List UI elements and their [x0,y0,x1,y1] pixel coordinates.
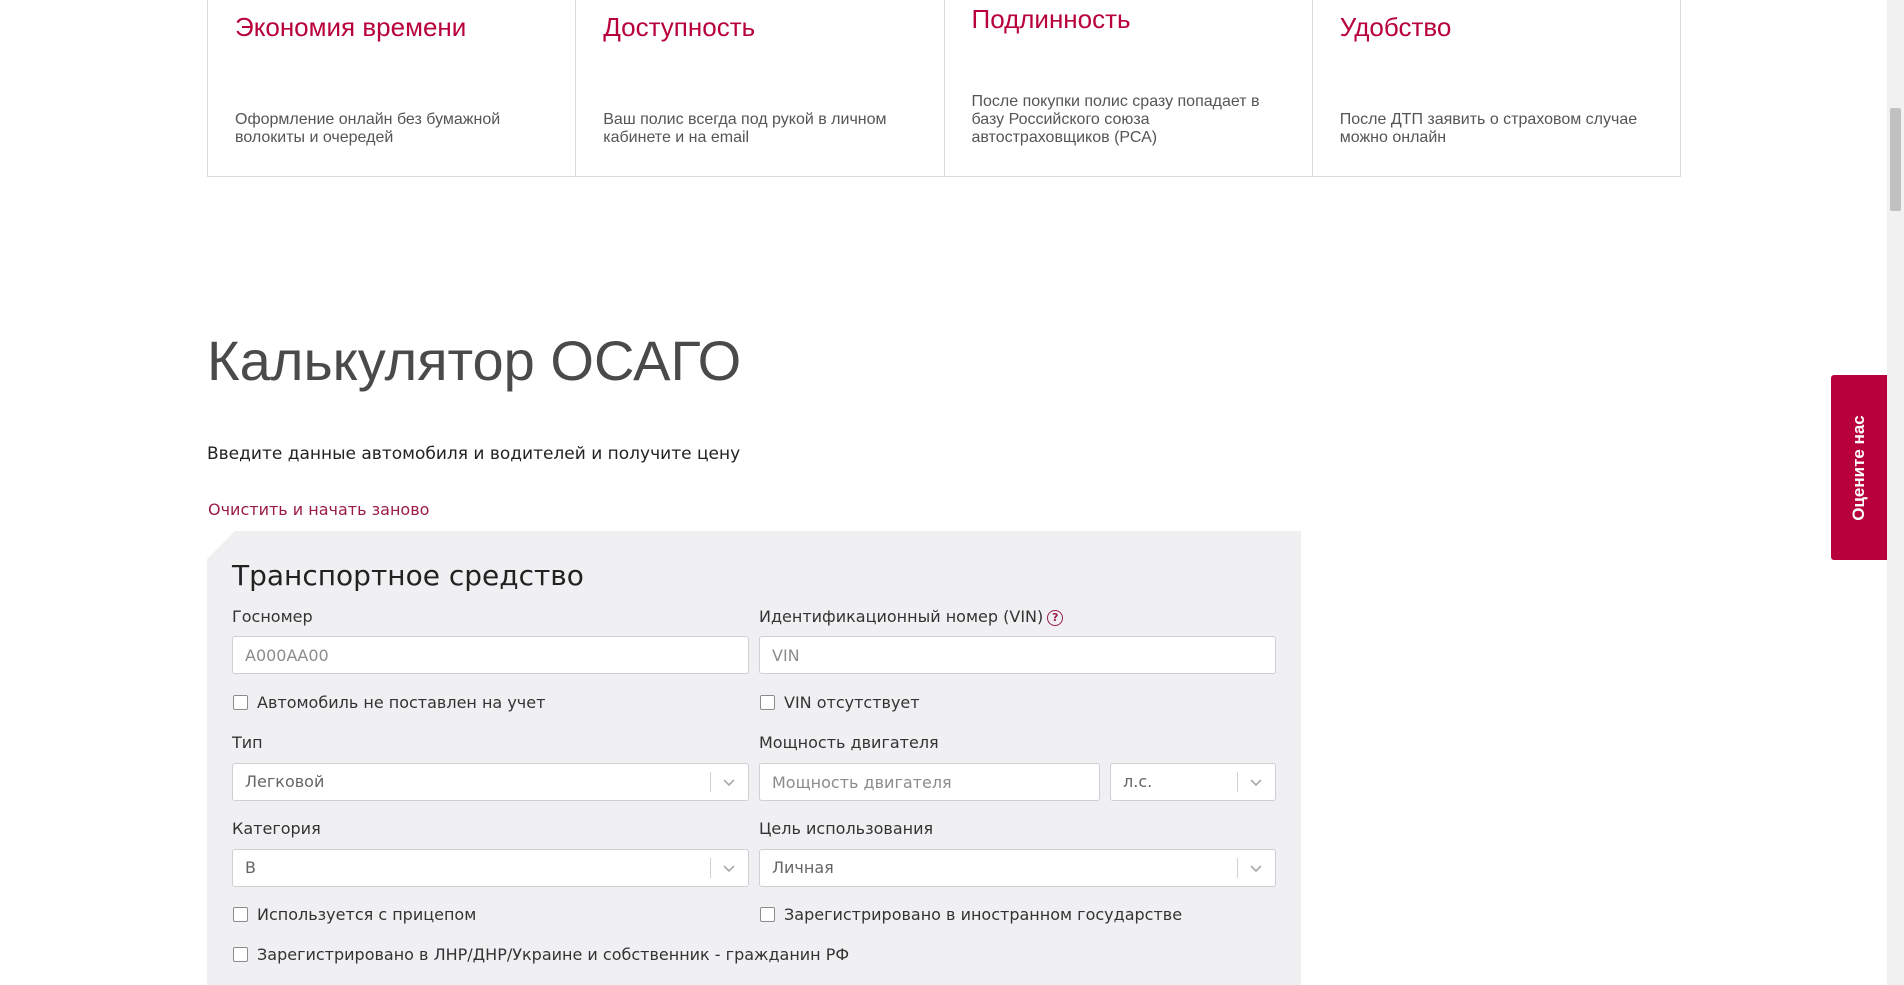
not-registered-label: Автомобиль не поставлен на учет [257,693,546,712]
chevron-down-icon[interactable] [720,773,738,791]
foreign-checkbox-row[interactable]: Зарегистрировано в иностранном государст… [760,905,1182,924]
benefit-card: Доступность Ваш полис всегда под рукой в… [576,0,945,176]
feedback-tab-label: Оцените нас [1849,414,1868,521]
no-vin-checkbox-row[interactable]: VIN отсутствует [760,693,920,712]
category-label: Категория [232,819,321,838]
benefit-title: Удобство [1339,12,1452,42]
chevron-down-icon[interactable] [1247,859,1265,877]
category-select[interactable]: B [232,849,749,887]
plate-input[interactable] [232,636,749,674]
reset-link[interactable]: Очистить и начать заново [208,500,429,519]
calculator-title: Калькулятор ОСАГО [207,329,742,392]
plate-label: Госномер [232,607,313,626]
not-registered-checkbox[interactable] [233,695,248,710]
vin-label-row: Идентификационный номер (VIN)? [759,607,1064,626]
vin-label: Идентификационный номер (VIN) [759,607,1044,626]
trailer-checkbox[interactable] [233,907,248,922]
chevron-down-icon[interactable] [720,859,738,877]
benefit-title: Доступность [603,12,756,42]
benefit-title: Подлинность [971,4,1131,34]
benefit-text: Ваш полис всегда под рукой в личном каби… [603,111,887,146]
no-vin-checkbox[interactable] [760,695,775,710]
benefit-text: После покупки полис сразу попадает в баз… [971,93,1260,146]
vin-input[interactable] [759,636,1276,674]
power-unit-select[interactable]: л.с. [1110,763,1276,801]
foreign-checkbox[interactable] [760,907,775,922]
purpose-label: Цель использования [759,819,934,838]
calculator-subtitle: Введите данные автомобиля и водителей и … [207,444,741,464]
question-circle-icon[interactable]: ? [1047,610,1064,626]
purpose-select[interactable]: Личная [759,849,1276,887]
trailer-checkbox-row[interactable]: Используется с прицепом [233,905,476,924]
power-label: Мощность двигателя [759,733,939,752]
type-select-value: Легковой [245,772,325,791]
benefit-card: Подлинность После покупки полис сразу по… [945,0,1313,176]
chevron-down-icon[interactable] [1247,773,1265,791]
trailer-label: Используется с прицепом [257,905,477,924]
benefit-text: Оформление онлайн без бумажной волокиты … [235,111,501,146]
benefit-title: Экономия времени [235,12,467,42]
select-separator [1237,858,1238,878]
no-vin-label: VIN отсутствует [784,693,920,712]
power-unit-value: л.с. [1123,772,1153,791]
vehicle-section-title: Транспортное средство [232,559,584,592]
lnr-checkbox[interactable] [233,947,248,962]
foreign-label: Зарегистрировано в иностранном государст… [784,905,1183,924]
benefits-strip: Экономия времени Оформление онлайн без б… [207,0,1681,177]
select-separator [710,858,711,878]
lnr-checkbox-row[interactable]: Зарегистрировано в ЛНР/ДНР/Украине и соб… [233,945,849,964]
benefit-text: После ДТП заявить о страховом случае мож… [1339,111,1638,146]
not-registered-checkbox-row[interactable]: Автомобиль не поставлен на учет [233,693,545,712]
type-label: Тип [232,733,263,752]
power-input[interactable] [759,763,1100,801]
scrollbar-thumb[interactable] [1890,108,1901,211]
select-separator [710,772,711,792]
page-scrollbar[interactable] [1887,0,1904,985]
benefit-card: Удобство После ДТП заявить о страховом с… [1313,0,1680,176]
select-separator [1237,772,1238,792]
purpose-select-value: Личная [772,858,834,877]
page: Экономия времени Оформление онлайн без б… [0,0,1887,985]
lnr-label: Зарегистрировано в ЛНР/ДНР/Украине и соб… [257,945,850,964]
feedback-tab[interactable]: Оцените нас [1831,375,1887,560]
category-select-value: B [245,858,256,877]
benefit-card: Экономия времени Оформление онлайн без б… [208,0,577,176]
type-select[interactable]: Легковой [232,763,749,801]
